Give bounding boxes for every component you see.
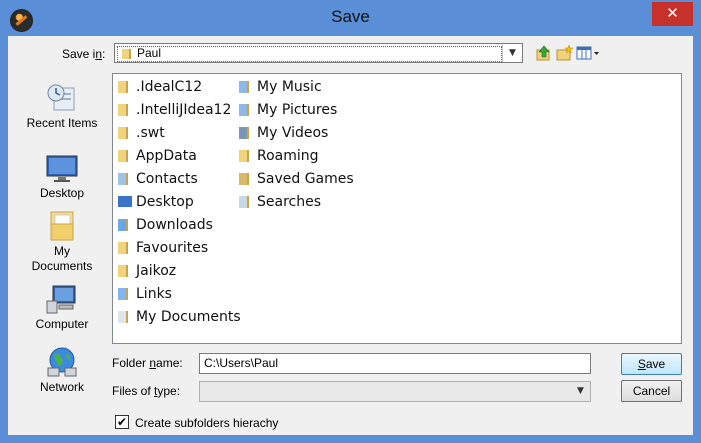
up-one-level-icon[interactable]: [535, 44, 553, 62]
file-list-item[interactable]: Saved Games: [238, 169, 354, 189]
place-label-text: My Documents: [31, 244, 93, 273]
file-list-item[interactable]: Links: [117, 284, 172, 304]
file-list-item[interactable]: My Pictures: [238, 100, 337, 120]
place-label: Computer: [35, 317, 89, 331]
file-list-item[interactable]: .IntelliJIdea12: [117, 100, 231, 120]
file-list-item[interactable]: My Documents: [117, 307, 241, 327]
new-folder-icon[interactable]: [556, 44, 574, 62]
folder-name-label: Folder name:: [112, 356, 183, 370]
file-list-item[interactable]: Searches: [238, 192, 321, 212]
file-list-item[interactable]: Roaming: [238, 146, 319, 166]
desktop-folder-icon: [117, 194, 132, 208]
file-name: My Pictures: [257, 102, 338, 118]
file-list-item[interactable]: My Videos: [238, 123, 328, 143]
close-icon: ✕: [666, 4, 679, 22]
cancel-button[interactable]: Cancel: [621, 380, 682, 402]
place-label: My Documents: [12, 244, 112, 274]
place-desktop[interactable]: Desktop: [12, 152, 112, 201]
file-name: Searches: [257, 194, 322, 210]
folder-icon: [238, 148, 253, 162]
my-documents-folder-icon: [117, 309, 132, 323]
file-name: Contacts: [136, 171, 198, 187]
save-dialog: Save ✕ Save in: Paul ▼ Recent Items Desk…: [0, 0, 701, 443]
file-name: AppData: [136, 148, 197, 164]
links-folder-icon: [117, 286, 132, 300]
recent-items-icon: [47, 84, 75, 111]
place-label: Recent Items: [26, 116, 98, 130]
create-subfolders-checkbox[interactable]: ✔: [115, 415, 129, 429]
network-icon: [47, 347, 77, 377]
desktop-icon: [46, 155, 78, 182]
save-in-combo[interactable]: Paul ▼: [114, 43, 523, 63]
place-recent-items[interactable]: Recent Items: [12, 82, 112, 131]
folder-icon: [122, 49, 131, 59]
music-folder-icon: [238, 79, 253, 93]
file-list-item[interactable]: Downloads: [117, 215, 213, 235]
file-name: My Music: [257, 79, 322, 95]
folder-name-input[interactable]: C:\Users\Paul: [199, 353, 591, 374]
computer-icon: [46, 285, 76, 314]
file-name: My Videos: [257, 125, 329, 141]
save-in-focus-rect: [117, 46, 502, 62]
place-network[interactable]: Network: [12, 346, 112, 395]
file-name: .IdealC12: [136, 79, 203, 95]
save-in-label: Save in:: [62, 47, 106, 61]
file-name: Desktop: [136, 194, 194, 210]
place-my-documents[interactable]: My Documents: [12, 210, 112, 274]
view-menu-icon[interactable]: [576, 44, 600, 62]
file-list-item[interactable]: .IdealC12: [117, 77, 202, 97]
file-name: Jaikoz: [136, 263, 177, 279]
file-list[interactable]: .IdealC12 .IntelliJIdea12 .swt AppData Conta…: [112, 73, 682, 344]
checkmark-icon: ✔: [116, 415, 128, 429]
pictures-folder-icon: [238, 102, 253, 116]
file-name: .swt: [136, 125, 165, 141]
saved-games-folder-icon: [238, 171, 253, 185]
file-name: Saved Games: [257, 171, 354, 187]
searches-folder-icon: [238, 194, 253, 208]
contacts-folder-icon: [117, 171, 132, 185]
downloads-folder-icon: [117, 217, 132, 231]
places-bar: Recent Items Desktop My Documents Comput…: [12, 74, 112, 394]
save-in-value: Paul: [137, 46, 162, 60]
file-list-item[interactable]: .swt: [117, 123, 165, 143]
file-list-item[interactable]: Contacts: [117, 169, 198, 189]
files-of-type-label: Files of type:: [112, 384, 181, 398]
favourites-folder-icon: [117, 240, 132, 254]
file-list-item[interactable]: AppData: [117, 146, 197, 166]
file-name: Favourites: [136, 240, 209, 256]
save-button[interactable]: Save: [621, 353, 682, 375]
folder-icon: [117, 79, 132, 93]
file-name: .IntelliJIdea12: [136, 102, 232, 118]
chevron-down-icon[interactable]: ▼: [502, 44, 522, 62]
file-name: My Documents: [136, 309, 241, 325]
folder-icon: [117, 125, 132, 139]
file-list-item[interactable]: Jaikoz: [117, 261, 176, 281]
file-list-item[interactable]: Desktop: [117, 192, 194, 212]
folder-icon: [117, 263, 132, 277]
close-button[interactable]: ✕: [652, 2, 693, 26]
file-name: Links: [136, 286, 172, 302]
place-label: Desktop: [39, 186, 85, 200]
file-name: Roaming: [257, 148, 319, 164]
place-computer[interactable]: Computer: [12, 283, 112, 332]
folder-icon: [117, 148, 132, 162]
videos-folder-icon: [238, 125, 253, 139]
place-label: Network: [39, 380, 84, 394]
file-list-item[interactable]: My Music: [238, 77, 322, 97]
title-bar[interactable]: Save ✕: [0, 0, 701, 36]
file-name: Downloads: [136, 217, 213, 233]
dialog-body: Save in: Paul ▼ Recent Items Desktop My …: [8, 36, 693, 435]
file-list-item[interactable]: Favourites: [117, 238, 208, 258]
my-documents-icon: [50, 211, 74, 241]
create-subfolders-label: Create subfolders hierachy: [135, 416, 279, 430]
folder-icon: [117, 102, 132, 116]
window-title: Save: [331, 7, 370, 26]
chevron-down-icon[interactable]: ▼: [571, 382, 590, 401]
files-of-type-select[interactable]: ▼: [199, 381, 591, 402]
